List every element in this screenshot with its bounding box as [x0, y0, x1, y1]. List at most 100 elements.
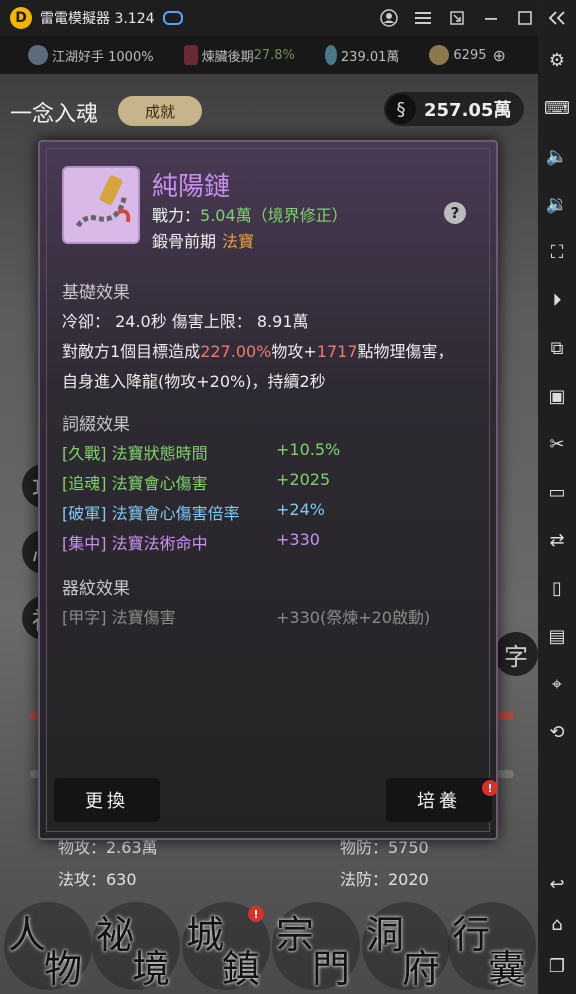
sync-icon[interactable]: ⇄	[538, 516, 576, 564]
menu-icon[interactable]	[406, 0, 440, 36]
affix-value: +24%	[276, 500, 325, 519]
volume-down-icon[interactable]: 🔉	[538, 180, 576, 228]
title-text: 江湖好手 1000%	[52, 49, 154, 65]
realm-text: 煉臟後期	[201, 49, 254, 65]
add-gold-icon[interactable]: ⊕	[493, 46, 506, 65]
minimize-icon[interactable]	[474, 0, 508, 36]
affix-row: [破軍] 法寶會心傷害倍率 +24%	[62, 500, 325, 524]
affix-value: +2025	[276, 470, 331, 489]
power-label: 戰力：	[152, 206, 201, 225]
affix-value: +330	[276, 530, 320, 549]
basic-effects-title: 基礎效果	[62, 283, 130, 303]
nav-character[interactable]: 人 物	[4, 902, 92, 991]
desc-part: 對敵方1個目標造成	[62, 342, 201, 361]
nav-char: 行	[452, 913, 491, 957]
apk-install-icon[interactable]: ▣	[538, 372, 576, 420]
nav-bag[interactable]: 行 囊	[448, 902, 536, 991]
spirit-currency-icon: §	[386, 94, 416, 124]
page-header: 一念入魂 成就 § 257.05萬	[0, 86, 538, 138]
status-realm: 煉臟後期 27.8%	[183, 45, 295, 65]
emulator-title: 雷電模擬器 3.124	[40, 11, 155, 27]
gold-value: 6295	[453, 47, 487, 63]
account-icon[interactable]	[372, 0, 406, 36]
realm-progress: 27.8%	[253, 47, 295, 63]
magic-defense: 法防：2020	[340, 870, 429, 889]
cooldown-text: 冷卻： 24.0秒 傷害上限： 8.91萬	[62, 312, 309, 331]
nav-sect[interactable]: 宗 門	[272, 902, 360, 991]
rotate-icon[interactable]: ⟲	[538, 708, 576, 756]
item-type: 法寶	[222, 232, 255, 251]
location-icon[interactable]: ⌖	[538, 660, 576, 708]
pattern-effects-title: 器紋效果	[62, 579, 130, 599]
help-icon[interactable]: ?	[444, 202, 466, 224]
pattern-name: [甲字] 法寶傷害	[62, 608, 176, 627]
nav-char: 境	[132, 947, 171, 991]
affix-row: [追魂] 法寶會心傷害 +2025	[62, 470, 330, 494]
nav-char: 物	[44, 947, 83, 991]
multi-instance-icon[interactable]: ⧉	[538, 324, 576, 372]
nav-char: 人	[8, 913, 47, 957]
emulator-titlebar: D 雷電模擬器 3.124	[0, 0, 576, 36]
nav-char: 囊	[488, 947, 527, 991]
nav-char: 鎮	[222, 947, 261, 991]
pattern-row: [甲字] 法寶傷害 +330(祭煉+20啟動)	[62, 604, 430, 628]
shake-icon[interactable]: ▯	[538, 564, 576, 612]
gamepad-icon[interactable]	[162, 11, 183, 25]
recent-apps-icon[interactable]: ❐	[538, 942, 576, 990]
bg-skill-icon: 字	[494, 632, 538, 676]
bottom-nav: 人 物 祕 境 城 鎮 ! 宗 門 洞 府 行 囊	[0, 902, 538, 994]
notification-badge-icon: !	[482, 780, 498, 796]
item-detail-modal: 純陽鏈 戰力：5.04萬（境界修正） 鍛骨前期 法寶 ? 基礎效果 冷卻： 24.…	[38, 140, 498, 840]
affix-name: [集中] 法寶法術命中	[62, 534, 208, 553]
replace-button[interactable]: 更換	[54, 778, 160, 822]
pattern-value: +330(祭煉+20啟動)	[276, 608, 431, 627]
status-title: 江湖好手 1000%	[28, 45, 154, 65]
nav-cave[interactable]: 洞 府	[362, 902, 450, 991]
damage-percent: 227.00%	[200, 342, 272, 361]
nav-char: 宗	[276, 913, 315, 957]
video-icon[interactable]: ▭	[538, 468, 576, 516]
item-realm: 鍛骨前期 法寶	[152, 228, 254, 252]
record-icon[interactable]: ⏵	[538, 276, 576, 324]
ldplayer-logo-icon: D	[10, 7, 32, 29]
affix-name: [久戰] 法寶狀態時間	[62, 444, 208, 463]
effect-description-2: 自身進入降龍(物攻+20%)，持續2秒	[62, 372, 326, 391]
realm-icon	[183, 45, 198, 65]
affix-value: +10.5%	[276, 440, 341, 459]
magic-attack: 法攻：630	[58, 870, 137, 889]
cultivate-button[interactable]: 培養	[386, 778, 492, 822]
nav-char: 洞	[366, 913, 405, 957]
affix-row: [久戰] 法寶狀態時間 +10.5%	[62, 440, 340, 464]
emulator-sidebar: ⚙ ⌨ 🔈 🔉 ⛶ ⏵ ⧉ ▣ ✂ ▭ ⇄ ▯ ▤ ⌖ ⟲ ↩ ⌂ ❐	[538, 36, 576, 994]
power-value: 5.04萬（境界修正）	[200, 206, 348, 225]
volume-up-icon[interactable]: 🔈	[538, 132, 576, 180]
shrink-window-icon[interactable]	[440, 0, 474, 36]
nav-secret-realm[interactable]: 祕 境	[92, 902, 180, 991]
item-chain-icon	[62, 166, 140, 244]
currency-amount: 257.05萬	[424, 100, 512, 121]
status-gold: 6295 ⊕	[429, 45, 506, 65]
page-title: 一念入魂	[10, 102, 99, 127]
currency-display: § 257.05萬	[384, 92, 524, 126]
bg-stats-row-2: 法攻：630 法防：2020	[0, 866, 538, 896]
nav-char: 門	[312, 947, 351, 991]
notification-badge-icon: !	[248, 906, 264, 922]
keyboard-icon[interactable]: ⌨	[538, 84, 576, 132]
desc-part: 物攻+	[271, 342, 317, 361]
scissors-icon[interactable]: ✂	[538, 420, 576, 468]
status-spirit: 239.01萬	[324, 45, 399, 65]
home-icon[interactable]: ⌂	[538, 900, 576, 948]
settings-gear-icon[interactable]: ⚙	[538, 36, 576, 84]
maximize-icon[interactable]	[508, 0, 542, 36]
achievement-button[interactable]: 成就	[118, 96, 202, 126]
affix-name: [追魂] 法寶會心傷害	[62, 474, 208, 493]
screenshot-icon[interactable]: ⛶	[538, 228, 576, 276]
spirit-gem-icon	[324, 45, 337, 65]
item-name: 純陽鏈	[152, 172, 231, 202]
display-icon[interactable]: ▤	[538, 612, 576, 660]
affix-name: [破軍] 法寶會心傷害倍率	[62, 504, 240, 523]
title-badge-icon	[28, 45, 48, 65]
collapse-sidebar-icon[interactable]	[538, 0, 576, 36]
nav-char: 府	[402, 947, 441, 991]
affix-effects-title: 詞綴效果	[62, 415, 130, 435]
